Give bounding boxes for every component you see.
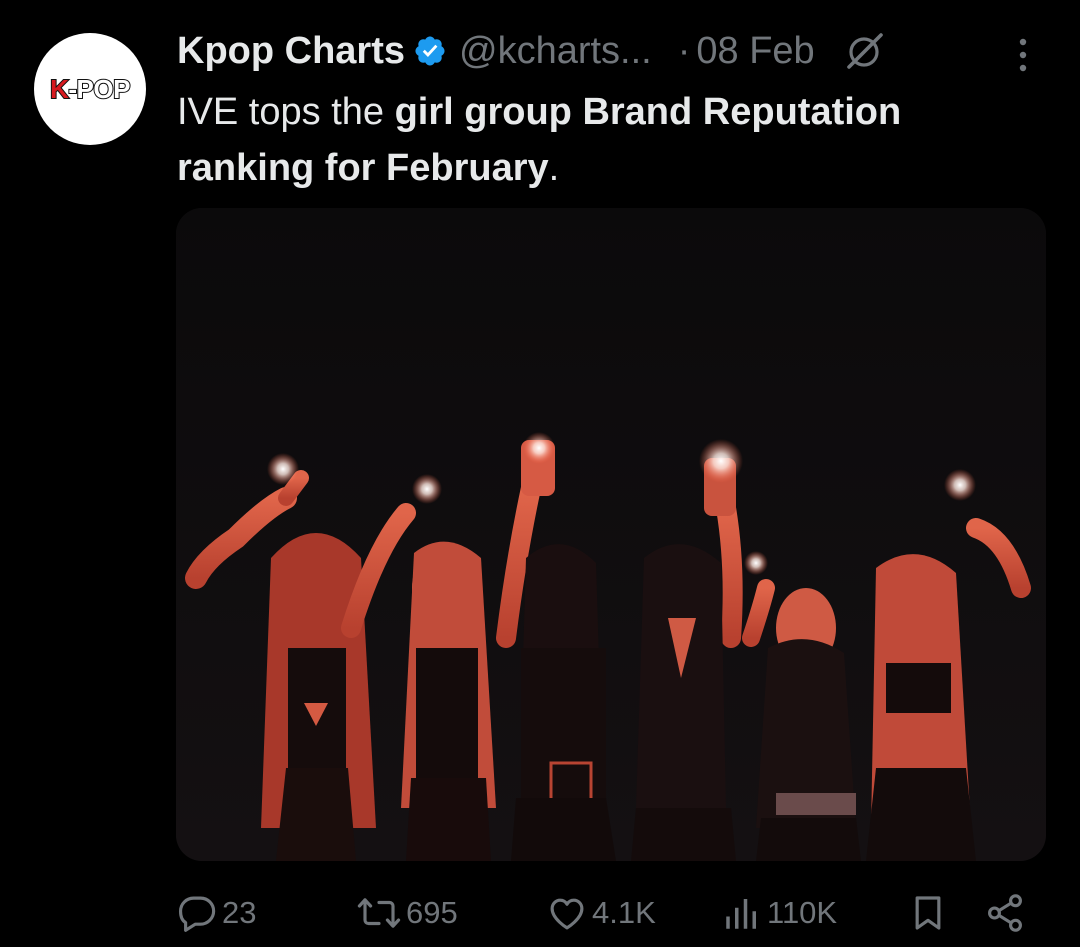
share-icon: [988, 894, 1022, 932]
reply-button[interactable]: 23: [176, 888, 256, 938]
phone-light: [744, 551, 768, 575]
like-button[interactable]: 4.1K: [546, 888, 656, 938]
display-name[interactable]: Kpop Charts: [177, 30, 405, 73]
repost-count: 695: [406, 895, 458, 930]
bookmark-icon: [915, 896, 941, 930]
phone-light: [523, 432, 555, 464]
like-count: 4.1K: [592, 895, 656, 930]
tweet-action-bar: 23 695 4.1K 110K: [176, 888, 1036, 938]
views-icon: [726, 899, 756, 929]
views-button[interactable]: 110K: [721, 888, 837, 938]
phone-light: [699, 439, 743, 483]
tweet-text: IVE tops the girl group Brand Reputation…: [177, 91, 902, 189]
more-options-icon[interactable]: [1012, 36, 1034, 74]
avatar-logo: K-POP: [49, 73, 131, 105]
tweet-photo[interactable]: [176, 208, 1046, 861]
user-handle[interactable]: @kcharts...: [459, 30, 652, 73]
separator-dot: ·: [677, 29, 691, 72]
grok-icon[interactable]: [843, 29, 887, 73]
tweet-header: Kpop Charts @kcharts... · 08 Feb: [177, 28, 887, 74]
avatar[interactable]: K-POP: [34, 33, 146, 145]
phone-light: [944, 469, 976, 501]
reply-count: 23: [222, 895, 257, 930]
photo-image: [176, 208, 1046, 861]
phone-light: [267, 453, 299, 485]
like-icon: [550, 898, 584, 930]
repost-icon: [357, 898, 401, 928]
reply-icon: [178, 896, 216, 932]
tweet-date[interactable]: 08 Feb: [696, 30, 814, 73]
repost-button[interactable]: 695: [356, 888, 458, 938]
views-count: 110K: [767, 895, 838, 930]
bookmark-button[interactable]: [908, 888, 948, 938]
phone-light: [412, 474, 442, 504]
verified-badge-icon[interactable]: [413, 34, 447, 68]
share-button[interactable]: [984, 888, 1026, 938]
